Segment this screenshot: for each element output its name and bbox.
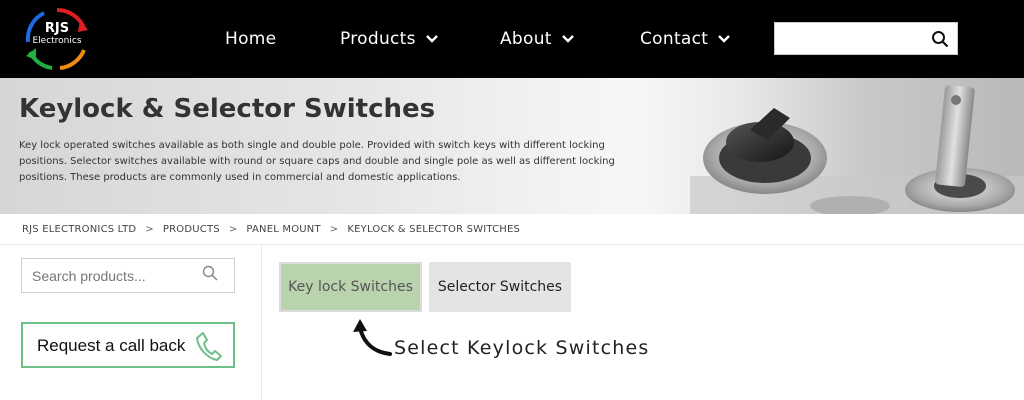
breadcrumb-separator: > xyxy=(145,223,154,235)
nav-home[interactable]: Home xyxy=(225,0,276,78)
category-banner: Keylock & Selector Switches Key lock ope… xyxy=(0,78,1024,214)
page-title: Keylock & Selector Switches xyxy=(19,94,436,124)
tab-selector-label: Selector Switches xyxy=(437,279,563,295)
chevron-down-icon xyxy=(561,35,574,43)
breadcrumb-item-panel-mount[interactable]: PANEL MOUNT xyxy=(246,224,320,235)
breadcrumb-separator: > xyxy=(228,223,238,235)
nav-products-label: Products xyxy=(340,29,416,49)
breadcrumb: RJS ELECTRONICS LTD > PRODUCTS > PANEL M… xyxy=(22,222,520,236)
tab-keylock-switches[interactable]: Key lock Switches xyxy=(279,262,422,312)
brand-logo[interactable]: RJS Electronics xyxy=(22,4,92,74)
breadcrumb-item-home[interactable]: RJS ELECTRONICS LTD xyxy=(22,224,136,235)
phone-icon xyxy=(196,332,222,361)
logo-text-rjs: RJS xyxy=(44,21,70,36)
product-search-input[interactable] xyxy=(32,266,202,286)
search-icon[interactable] xyxy=(202,265,218,281)
tab-keylock-label: Key lock Switches xyxy=(288,279,413,295)
breadcrumb-item-products[interactable]: PRODUCTS xyxy=(163,224,220,235)
content-divider xyxy=(0,244,1024,245)
search-icon[interactable] xyxy=(931,30,949,48)
nav-about-label: About xyxy=(500,29,552,49)
breadcrumb-separator: > xyxy=(329,223,339,235)
nav-products[interactable]: Products xyxy=(340,0,439,78)
logo-text-electronics: Electronics xyxy=(32,36,82,46)
keylock-switch-photo xyxy=(690,85,1024,214)
nav-contact[interactable]: Contact xyxy=(640,0,731,78)
nav-contact-label: Contact xyxy=(640,29,709,49)
sidebar-divider xyxy=(261,245,262,400)
category-description: Key lock operated switches available as … xyxy=(19,140,615,183)
tab-selector-switches[interactable]: Selector Switches xyxy=(429,262,571,312)
request-callback-button[interactable]: Request a call back xyxy=(21,322,235,368)
top-navigation-bar: RJS Electronics Home Products About Cont… xyxy=(0,0,1024,78)
curved-arrow-icon xyxy=(353,319,392,356)
chevron-down-icon xyxy=(718,35,731,43)
request-callback-label: Request a call back xyxy=(37,336,186,355)
nav-home-label: Home xyxy=(225,29,277,49)
breadcrumb-item-current: KEYLOCK & SELECTOR SWITCHES xyxy=(347,223,521,235)
product-search-box xyxy=(21,258,235,293)
header-search-input[interactable] xyxy=(774,22,958,55)
select-keylock-hint: Select Keylock Switches xyxy=(394,337,650,359)
chevron-down-icon xyxy=(425,35,438,43)
nav-about[interactable]: About xyxy=(500,0,575,78)
